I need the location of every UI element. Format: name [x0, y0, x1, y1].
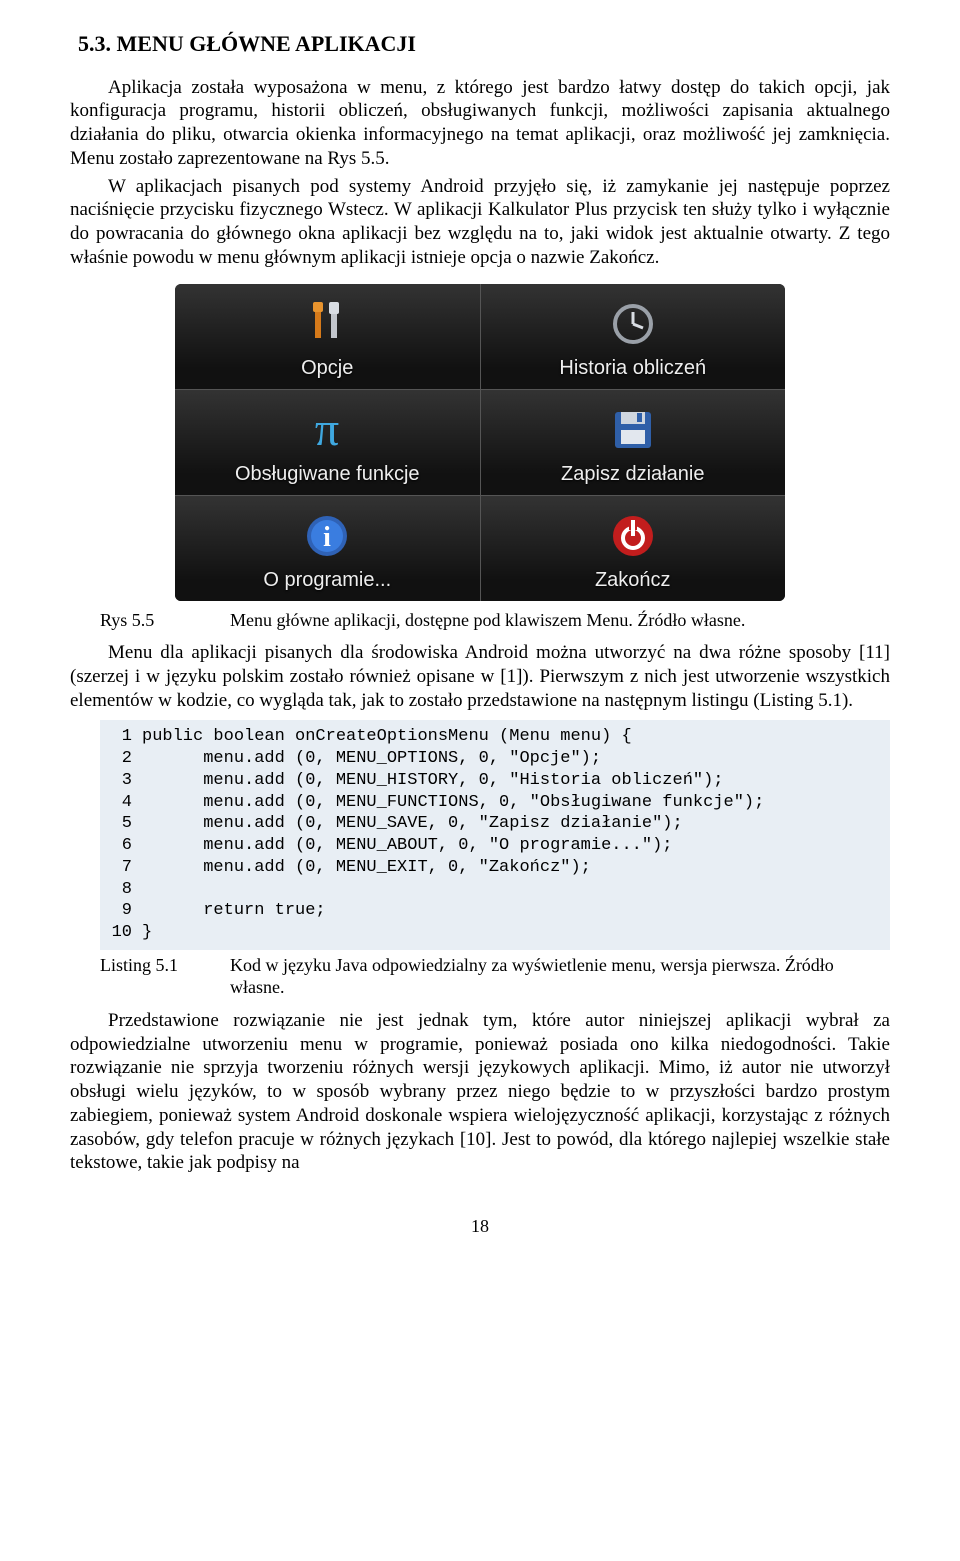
menu-row-3: i O programie... Zakończ [175, 496, 785, 601]
menu-item-opcje[interactable]: Opcje [175, 284, 481, 389]
menu-row-2: π Obsługiwane funkcje Zapisz działanie [175, 390, 785, 496]
figure-caption: Rys 5.5 Menu główne aplikacji, dostępne … [100, 609, 890, 632]
history-icon [603, 294, 663, 354]
menu-item-historia[interactable]: Historia obliczeń [481, 284, 786, 389]
paragraph-3: Menu dla aplikacji pisanych dla środowis… [70, 641, 890, 712]
menu-label-oprogramie: O programie... [263, 568, 391, 593]
menu-label-funkcje: Obsługiwane funkcje [235, 462, 420, 487]
svg-text:π: π [315, 403, 339, 456]
page-number: 18 [70, 1215, 890, 1238]
paragraph-1: Aplikacja została wyposażona w menu, z k… [70, 76, 890, 171]
listing-caption-label: Listing 5.1 [100, 954, 230, 999]
save-icon [603, 400, 663, 460]
figure-caption-label: Rys 5.5 [100, 609, 230, 632]
menu-item-zapisz[interactable]: Zapisz działanie [481, 390, 786, 495]
paragraph-4: Przedstawione rozwiązanie nie jest jedna… [70, 1009, 890, 1175]
android-menu-screenshot: Opcje Historia obliczeń π Obsługiwane fu… [175, 284, 785, 601]
figure-caption-text: Menu główne aplikacji, dostępne pod klaw… [230, 609, 890, 632]
tools-icon [297, 294, 357, 354]
listing-caption: Listing 5.1 Kod w języku Java odpowiedzi… [100, 954, 890, 999]
menu-item-funkcje[interactable]: π Obsługiwane funkcje [175, 390, 481, 495]
menu-label-historia: Historia obliczeń [559, 356, 706, 381]
svg-text:i: i [323, 522, 331, 553]
code-listing: 1public boolean onCreateOptionsMenu (Men… [100, 720, 890, 950]
menu-item-zakoncz[interactable]: Zakończ [481, 496, 786, 601]
power-icon [603, 506, 663, 566]
listing-caption-text: Kod w języku Java odpowiedzialny za wyśw… [230, 954, 890, 999]
section-heading: 5.3. MENU GŁÓWNE APLIKACJI [78, 30, 890, 58]
menu-label-zakoncz: Zakończ [595, 568, 671, 593]
paragraph-2: W aplikacjach pisanych pod systemy Andro… [70, 175, 890, 270]
menu-label-zapisz: Zapisz działanie [561, 462, 704, 487]
pi-icon: π [297, 400, 357, 460]
menu-row-1: Opcje Historia obliczeń [175, 284, 785, 390]
menu-item-oprogramie[interactable]: i O programie... [175, 496, 481, 601]
menu-label-opcje: Opcje [301, 356, 353, 381]
info-icon: i [297, 506, 357, 566]
